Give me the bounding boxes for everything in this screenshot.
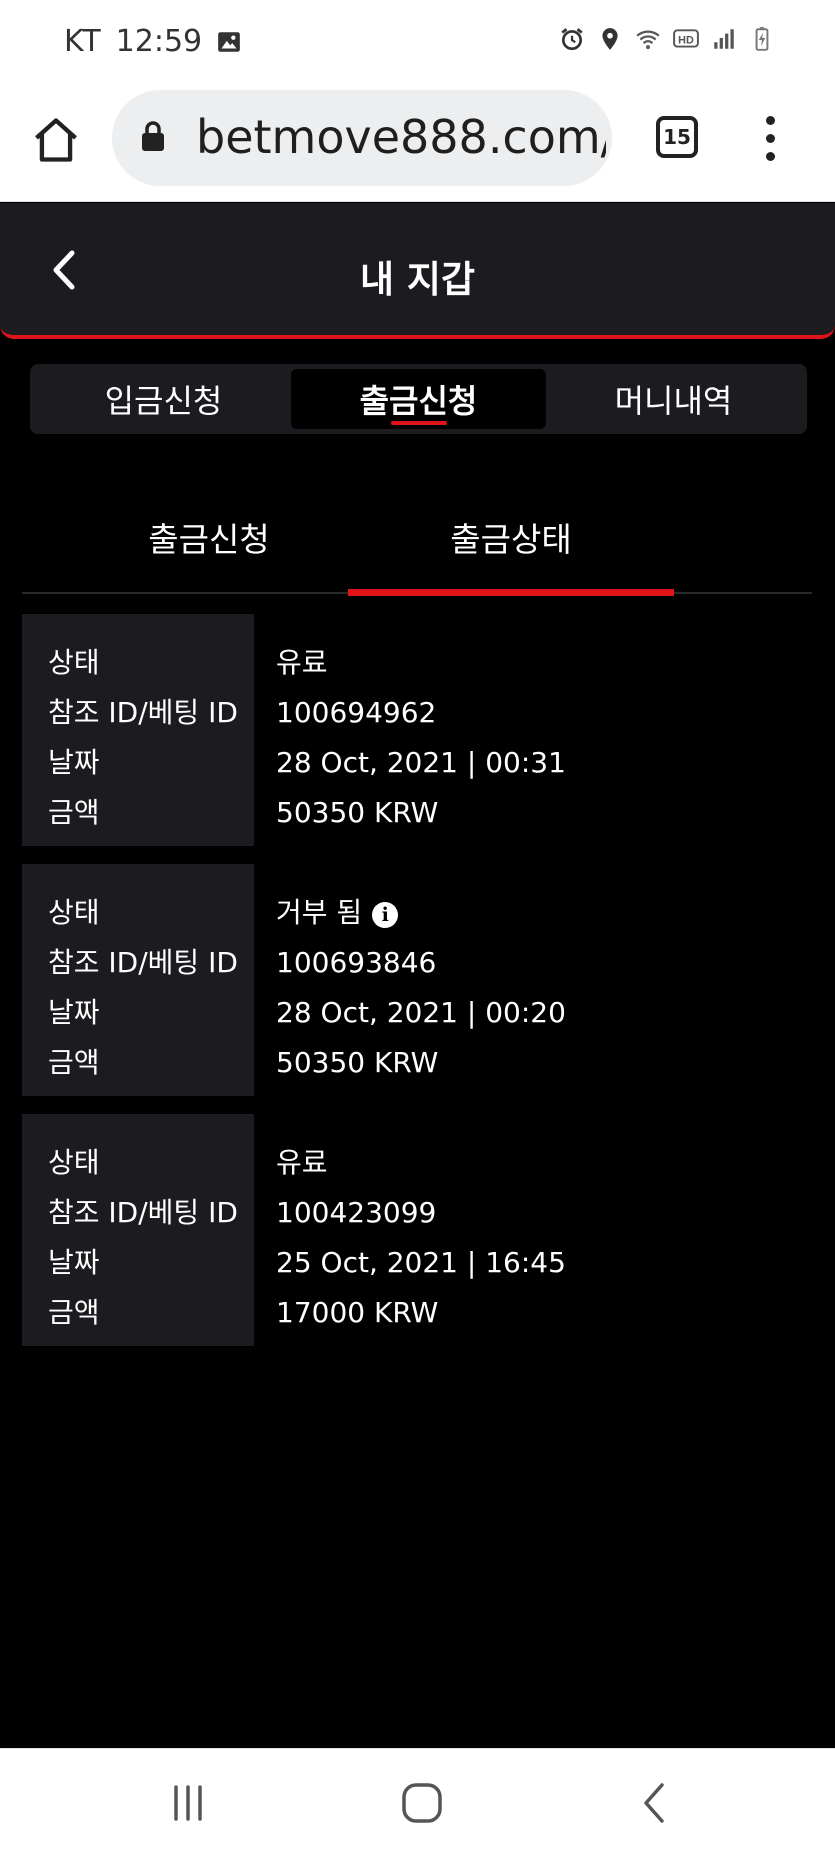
withdraw-subtabs: 출금신청 출금상태 bbox=[22, 480, 812, 596]
ref-id-value: 100694962 bbox=[276, 696, 437, 729]
back-nav-icon[interactable] bbox=[628, 1775, 684, 1831]
record-labels: 상태 참조 ID/베팅 ID 날짜 금액 bbox=[22, 1114, 254, 1346]
amount-value: 17000 KRW bbox=[276, 1296, 439, 1329]
battery-icon bbox=[755, 27, 769, 51]
status-bar-left: KT 12:59 bbox=[64, 24, 242, 59]
wallet-header: 내 지갑 bbox=[0, 203, 835, 339]
home-icon[interactable] bbox=[30, 114, 82, 166]
status-bar: KT 12:59 HD bbox=[0, 0, 835, 86]
address-bar[interactable]: betmove888.com/l bbox=[112, 90, 612, 186]
clock: 12:59 bbox=[115, 24, 203, 59]
info-icon[interactable]: i bbox=[372, 902, 399, 928]
page-title: 내 지갑 bbox=[359, 258, 475, 301]
location-icon bbox=[602, 28, 618, 50]
status-label: 상태 bbox=[48, 646, 100, 679]
hd-icon: HD bbox=[673, 29, 699, 48]
date-label: 날짜 bbox=[48, 746, 100, 779]
record-labels: 상태 참조 ID/베팅 ID 날짜 금액 bbox=[22, 864, 254, 1096]
amount-label: 금액 bbox=[48, 796, 100, 829]
status-label: 상태 bbox=[48, 1146, 100, 1179]
status-label: 상태 bbox=[48, 896, 100, 929]
withdraw-record: 상태 참조 ID/베팅 ID 날짜 금액 유료 100694962 28 Oct… bbox=[22, 614, 812, 846]
ref-id-value: 100693846 bbox=[276, 946, 437, 979]
amount-value: 50350 KRW bbox=[276, 796, 439, 829]
home-nav-icon[interactable] bbox=[394, 1775, 450, 1831]
recent-apps-icon[interactable] bbox=[160, 1775, 216, 1831]
subtab-withdraw-request[interactable]: 출금신청 bbox=[46, 480, 372, 594]
ref-id-label: 참조 ID/베팅 ID bbox=[48, 696, 238, 729]
status-value: 거부 됨 bbox=[276, 896, 363, 929]
lock-icon bbox=[142, 121, 164, 151]
amount-label: 금액 bbox=[48, 1296, 100, 1329]
ref-id-label: 참조 ID/베팅 ID bbox=[48, 1196, 238, 1229]
date-value: 28 Oct, 2021 | 00:31 bbox=[276, 746, 566, 779]
status-value-row: 거부 됨 i bbox=[276, 888, 566, 938]
record-values: 유료 100694962 28 Oct, 2021 | 00:31 50350 … bbox=[276, 614, 566, 838]
ref-id-label: 참조 ID/베팅 ID bbox=[48, 946, 238, 979]
system-nav-bar bbox=[0, 1748, 835, 1856]
url-text[interactable]: betmove888.com/l bbox=[196, 110, 606, 164]
status-value: 유료 bbox=[276, 646, 328, 679]
amount-label: 금액 bbox=[48, 1046, 100, 1079]
more-menu-icon[interactable] bbox=[760, 116, 780, 162]
record-values: 유료 100423099 25 Oct, 2021 | 16:45 17000 … bbox=[276, 1114, 566, 1338]
tab-switcher-button[interactable]: 15 bbox=[656, 116, 698, 158]
amount-value: 50350 KRW bbox=[276, 1046, 439, 1079]
carrier-name: KT bbox=[64, 24, 102, 59]
tab-withdraw[interactable]: 출금신청 bbox=[291, 369, 546, 429]
record-values: 거부 됨 i 100693846 28 Oct, 2021 | 00:20 503… bbox=[276, 864, 566, 1088]
date-value: 28 Oct, 2021 | 00:20 bbox=[276, 996, 566, 1029]
date-value: 25 Oct, 2021 | 16:45 bbox=[276, 1246, 566, 1279]
signal-icon bbox=[714, 29, 734, 49]
tab-deposit[interactable]: 입금신청 bbox=[36, 369, 291, 429]
withdraw-record: 상태 참조 ID/베팅 ID 날짜 금액 유료 100423099 25 Oct… bbox=[22, 1114, 812, 1346]
browser-toolbar: betmove888.com/l 15 bbox=[0, 86, 835, 202]
date-label: 날짜 bbox=[48, 1246, 100, 1279]
date-label: 날짜 bbox=[48, 996, 100, 1029]
withdraw-record: 상태 참조 ID/베팅 ID 날짜 금액 거부 됨 i 100693846 28 … bbox=[22, 864, 812, 1096]
subtab-withdraw-status[interactable]: 출금상태 bbox=[348, 480, 674, 596]
status-bar-right: HD bbox=[559, 26, 775, 52]
wallet-tabs: 입금신청 출금신청 머니내역 bbox=[30, 364, 807, 434]
ref-id-value: 100423099 bbox=[276, 1196, 437, 1229]
wifi-icon bbox=[636, 30, 660, 50]
record-labels: 상태 참조 ID/베팅 ID 날짜 금액 bbox=[22, 614, 254, 846]
image-icon bbox=[218, 31, 240, 52]
status-value: 유료 bbox=[276, 1146, 328, 1179]
svg-text:HD: HD bbox=[678, 34, 694, 46]
tab-money-history[interactable]: 머니내역 bbox=[546, 369, 801, 429]
alarm-icon bbox=[561, 28, 583, 51]
